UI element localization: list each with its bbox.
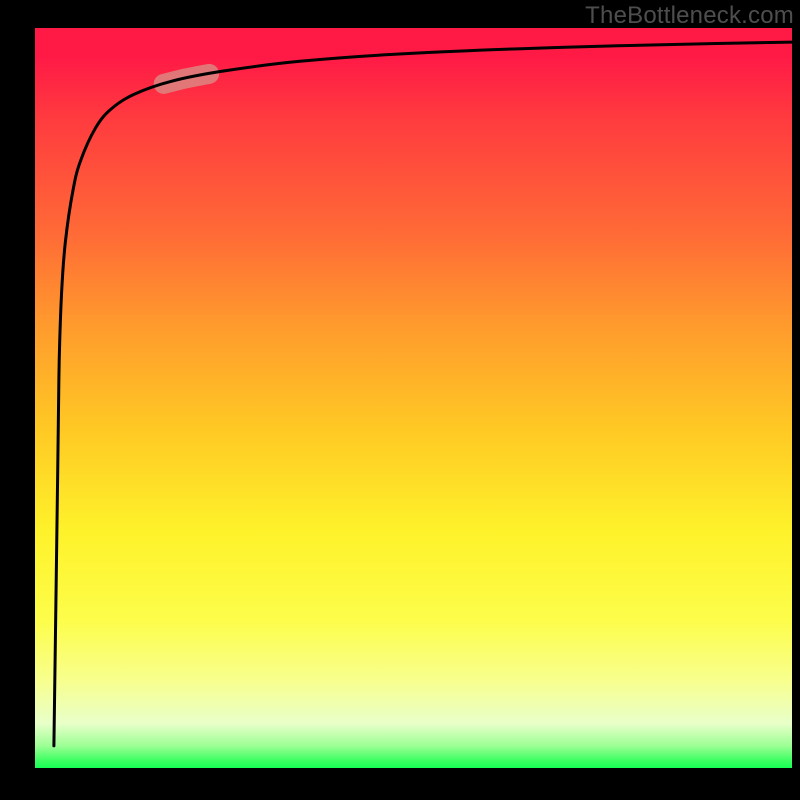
watermark-text: TheBottleneck.com <box>585 2 794 30</box>
chart-frame: TheBottleneck.com <box>0 0 800 800</box>
bottleneck-curve <box>54 42 792 746</box>
curve-layer <box>35 28 792 768</box>
